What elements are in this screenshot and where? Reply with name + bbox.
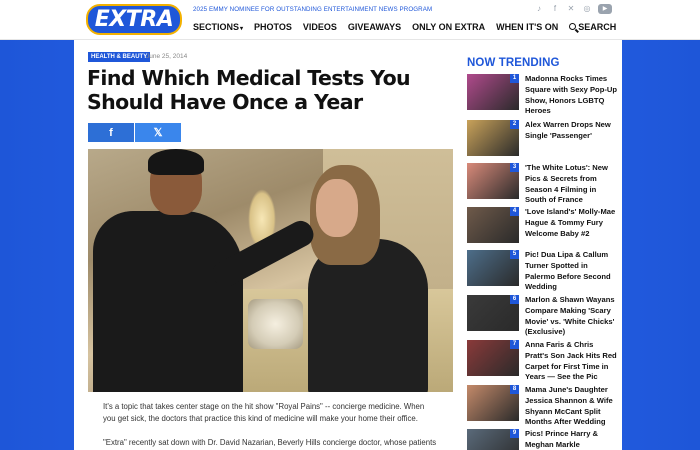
category-badge[interactable]: HEALTH & BEAUTY [88,52,151,62]
content-panel: HEALTH & BEAUTY June 25, 2014 Find Which… [74,40,622,450]
trending-thumbnail[interactable]: 9 [467,429,519,450]
hero-image [88,149,453,392]
trending-thumbnail[interactable]: 3 [467,163,519,199]
trending-headline[interactable]: Alex Warren Drops New Single 'Passenger' [525,120,617,142]
x-icon: 𝕏 [153,127,163,139]
trending-rank-badge: 5 [510,250,519,259]
search-icon [569,23,577,30]
trending-headline[interactable]: Anna Faris & Chris Pratt's Son Jack Hits… [525,340,617,383]
trending-thumbnail[interactable]: 1 [467,74,519,110]
trending-item[interactable]: 7 Anna Faris & Chris Pratt's Son Jack Hit… [467,340,617,383]
hero-glass-sculpture [248,299,303,349]
trending-thumbnail[interactable]: 4 [467,207,519,243]
youtube-icon[interactable]: ▶ [598,4,612,14]
tiktok-icon[interactable]: ♪ [534,4,544,14]
trending-item[interactable]: 3 'The White Lotus': New Pics & Secrets f… [467,163,617,206]
nav-giveaways[interactable]: GIVEAWAYS [348,22,401,32]
trending-item[interactable]: 6 Marlon & Shawn Wayans Compare Making 'S… [467,295,617,338]
trending-thumbnail[interactable]: 7 [467,340,519,376]
article-title: Find Which Medical Tests You Should Have… [87,66,411,114]
trending-thumbnail[interactable]: 2 [467,120,519,156]
x-icon[interactable]: ✕ [566,4,576,14]
trending-item[interactable]: 5 Pic! Dua Lipa & Callum Turner Spotted i… [467,250,617,293]
x-share-button[interactable]: 𝕏 [135,123,181,142]
main-nav: SECTIONS▾ PHOTOS VIDEOS GIVEAWAYS ONLY O… [193,22,627,32]
trending-item[interactable]: 2 Alex Warren Drops New Single 'Passenger… [467,120,617,160]
nav-sections-label: SECTIONS [193,22,240,32]
trending-rank-badge: 3 [510,163,519,172]
nav-videos[interactable]: VIDEOS [303,22,337,32]
trending-rank-badge: 9 [510,429,519,438]
trending-thumbnail[interactable]: 5 [467,250,519,286]
nav-search[interactable]: SEARCH [569,22,616,32]
trending-headline[interactable]: Pics! Prince Harry & Meghan Markle [525,429,617,450]
trending-headline[interactable]: Mama June's Daughter Jessica Shannon & W… [525,385,617,428]
article-paragraph: It's a topic that takes center stage on … [103,402,425,423]
hero-man-hair [148,149,204,175]
chevron-down-icon: ▾ [240,26,244,32]
trending-item[interactable]: 8 Mama June's Daughter Jessica Shannon & … [467,385,617,428]
trending-item[interactable]: 4 'Love Island's' Molly-Mae Hague & Tommy… [467,207,617,247]
trending-headline[interactable]: Madonna Rocks Times Square with Sexy Pop… [525,74,617,117]
nav-when-its-on[interactable]: WHEN IT'S ON [496,22,558,32]
trending-rank-badge: 8 [510,385,519,394]
nav-sections[interactable]: SECTIONS▾ [193,22,243,32]
site-header: EXTRA 2025 EMMY NOMINEE FOR OUTSTANDING … [0,0,700,40]
trending-headline[interactable]: 'Love Island's' Molly-Mae Hague & Tommy … [525,207,617,239]
trending-headline[interactable]: Pic! Dua Lipa & Callum Turner Spotted in… [525,250,617,293]
trending-thumbnail[interactable]: 8 [467,385,519,421]
trending-heading: NOW TRENDING [467,57,560,69]
trending-rank-badge: 6 [510,295,519,304]
search-label: SEARCH [578,22,617,32]
facebook-icon: f [109,126,113,139]
trending-rank-badge: 4 [510,207,519,216]
hero-woman-face [316,179,358,237]
nav-only-on-extra[interactable]: ONLY ON EXTRA [412,22,485,32]
trending-headline[interactable]: Marlon & Shawn Wayans Compare Making 'Sc… [525,295,617,338]
trending-headline[interactable]: 'The White Lotus': New Pics & Secrets fr… [525,163,617,206]
emmy-tagline: 2025 EMMY NOMINEE FOR OUTSTANDING ENTERT… [193,6,433,13]
extra-logo[interactable]: EXTRA [86,4,182,35]
trending-rank-badge: 1 [510,74,519,83]
trending-thumbnail[interactable]: 6 [467,295,519,331]
logo-text: EXTRA [94,7,174,32]
social-links: ♪ f ✕ ◎ ▶ [534,4,612,14]
trending-item[interactable]: 1 Madonna Rocks Times Square with Sexy Po… [467,74,617,117]
article-date: June 25, 2014 [146,53,188,60]
trending-rank-badge: 2 [510,120,519,129]
instagram-icon[interactable]: ◎ [582,4,592,14]
hero-man-body [93,211,243,392]
facebook-share-button[interactable]: f [88,123,134,142]
nav-photos[interactable]: PHOTOS [254,22,292,32]
facebook-icon[interactable]: f [550,4,560,14]
trending-item[interactable]: 9 Pics! Prince Harry & Meghan Markle [467,429,617,450]
article-paragraph: "Extra" recently sat down with Dr. David… [103,438,437,447]
trending-rank-badge: 7 [510,340,519,349]
